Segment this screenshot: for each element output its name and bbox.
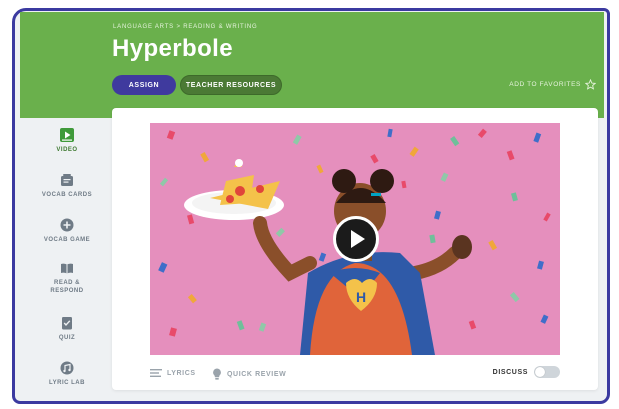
player-toolbar: LYRICS QUICK REVIEW DISCUSS [150,366,560,382]
lightbulb-icon [213,368,221,380]
sidebar-item-vocab-game[interactable]: VOCAB GAME [22,218,112,244]
book-icon [61,263,73,274]
page-title: Hyperbole [112,35,233,62]
assign-button[interactable]: ASSIGN [112,75,176,95]
lyrics-button[interactable]: LYRICS [150,368,196,378]
add-to-favorites-button[interactable]: ADD TO FAVORITES [509,79,596,90]
teacher-resources-button[interactable]: TEACHER RESOURCES [180,75,282,95]
video-icon [60,128,74,142]
play-icon [351,230,365,248]
sidebar-item-label: VIDEO [56,147,78,153]
sidebar-item-vocab-cards[interactable]: VOCAB CARDS [22,173,112,199]
lyrics-label: LYRICS [167,369,196,377]
lyrics-icon [150,369,162,377]
video-player[interactable]: H [150,123,560,355]
favorites-label: ADD TO FAVORITES [509,81,581,88]
sidebar-item-label: VOCAB GAME [43,237,91,243]
sidebar-item-label: READ & RESPOND [50,280,84,294]
sidebar-item-video[interactable]: VIDEO [22,128,112,154]
vocab-game-icon [60,218,74,232]
sidebar-item-label: QUIZ [58,335,76,341]
play-button[interactable] [333,216,379,262]
breadcrumb[interactable]: LANGUAGE ARTS > READING & WRITING [113,24,257,30]
sidebar-item-label: LYRIC LAB [49,380,85,386]
sidebar-item-read-respond[interactable]: READ & RESPOND [22,261,112,295]
lyric-lab-icon [60,361,74,375]
discuss-toggle-control[interactable]: DISCUSS [493,366,560,378]
star-icon [585,79,596,90]
lesson-header: LANGUAGE ARTS > READING & WRITING Hyperb… [20,12,604,118]
quiz-icon [62,317,72,330]
sidebar-item-lyric-lab[interactable]: LYRIC LAB [22,361,112,387]
lesson-content-panel: H LYRICS QUICK REVIEW DISCUSS [112,108,598,390]
discuss-label: DISCUSS [492,368,528,376]
quick-review-label: QUICK REVIEW [227,370,287,378]
hero-badge-letter: H [356,289,366,305]
sidebar-item-label: VOCAB CARDS [41,192,93,198]
vocab-cards-icon [61,174,73,186]
quick-review-button[interactable]: QUICK REVIEW [212,368,286,380]
sidebar-item-quiz[interactable]: QUIZ [22,316,112,342]
sidebar: VIDEO VOCAB CARDS VOCAB GAME READ & RESP… [22,118,112,400]
discuss-toggle[interactable] [534,366,560,378]
